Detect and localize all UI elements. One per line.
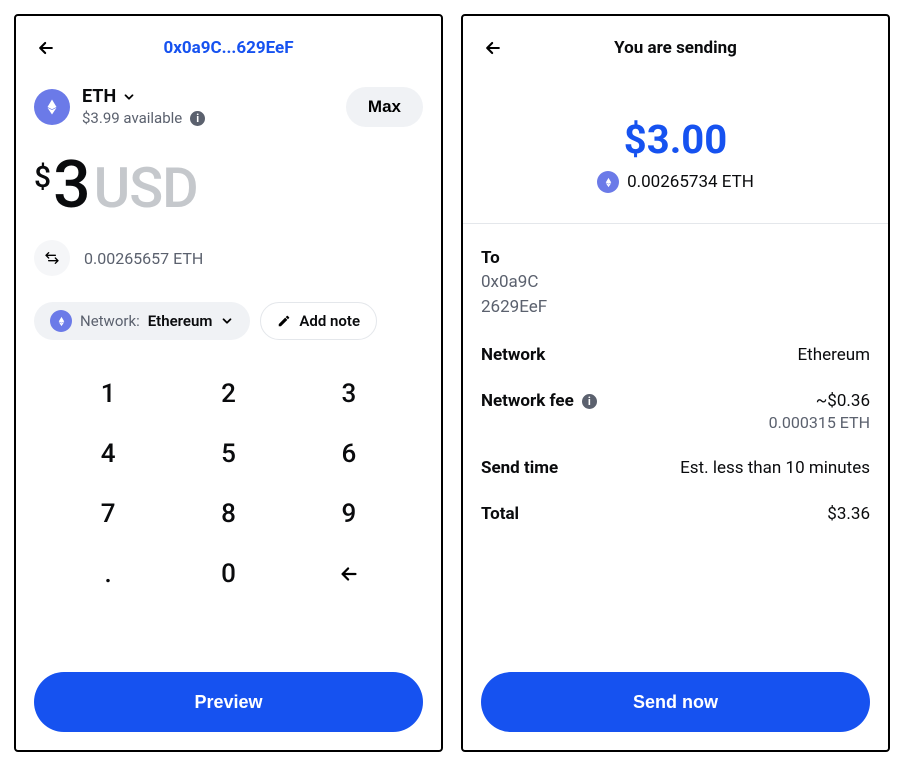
asset-selector[interactable]: ETH $3.99 available i Max	[34, 86, 423, 127]
key-1[interactable]: 1	[48, 364, 168, 424]
eth-icon	[34, 89, 70, 125]
asset-symbol: ETH	[82, 86, 116, 107]
to-address-line1: 0x0a9C	[481, 270, 870, 295]
key-backspace[interactable]	[289, 544, 409, 604]
sendtime-row: Send time Est. less than 10 minutes	[481, 458, 870, 478]
back-icon[interactable]	[34, 36, 58, 60]
to-label: To	[481, 248, 870, 268]
info-icon[interactable]: i	[190, 111, 205, 126]
header: You are sending	[481, 28, 870, 68]
back-icon[interactable]	[481, 36, 505, 60]
add-note-button[interactable]: Add note	[260, 302, 377, 340]
available-balance: $3.99 available	[82, 109, 182, 127]
swap-icon	[44, 250, 60, 266]
add-note-label: Add note	[299, 312, 360, 330]
amount-display: $ 3 USD	[34, 147, 423, 224]
sendtime-value: Est. less than 10 minutes	[680, 458, 870, 478]
key-6[interactable]: 6	[289, 424, 409, 484]
fee-usd: ~$0.36	[769, 391, 870, 411]
confirm-amount: $3.00 0.00265734 ETH	[481, 116, 870, 193]
backspace-arrow-icon	[338, 563, 360, 585]
send-entry-screen: 0x0a9C...629EeF ETH $3.99 available i Ma…	[14, 14, 443, 752]
network-label: Network	[481, 345, 545, 365]
fee-eth: 0.000315 ETH	[769, 413, 870, 432]
fee-label: Network fee	[481, 391, 574, 411]
key-9[interactable]: 9	[289, 484, 409, 544]
key-3[interactable]: 3	[289, 364, 409, 424]
max-button[interactable]: Max	[346, 87, 423, 127]
page-title: You are sending	[481, 38, 870, 58]
info-icon[interactable]: i	[582, 394, 597, 409]
network-label: Network:	[80, 312, 140, 330]
divider	[463, 223, 888, 224]
network-value: Ethereum	[798, 345, 871, 365]
to-address-line2: 2629EeF	[481, 295, 870, 320]
chevron-down-icon	[220, 314, 234, 328]
network-row: Network Ethereum	[481, 345, 870, 365]
header: 0x0a9C...629EeF	[34, 28, 423, 68]
key-8[interactable]: 8	[168, 484, 288, 544]
currency-prefix: $	[34, 160, 51, 195]
network-selector[interactable]: Network: Ethereum	[34, 302, 250, 340]
numeric-keypad: 1 2 3 4 5 6 7 8 9 . 0	[34, 364, 423, 604]
fee-row: Network fee i ~$0.36 0.000315 ETH	[481, 391, 870, 432]
eth-amount: 0.00265734 ETH	[627, 172, 754, 192]
amount-currency: USD	[94, 155, 198, 221]
pencil-icon	[277, 314, 291, 328]
swap-currency-button[interactable]	[34, 240, 70, 276]
preview-button[interactable]: Preview	[34, 672, 423, 732]
total-value: $3.36	[827, 504, 870, 524]
eth-icon	[597, 171, 619, 193]
recipient-address[interactable]: 0x0a9C...629EeF	[34, 38, 423, 58]
send-confirm-screen: You are sending $3.00 0.00265734 ETH To …	[461, 14, 890, 752]
converted-amount: 0.00265657 ETH	[84, 249, 203, 268]
key-7[interactable]: 7	[48, 484, 168, 544]
key-4[interactable]: 4	[48, 424, 168, 484]
send-now-button[interactable]: Send now	[481, 672, 870, 732]
key-5[interactable]: 5	[168, 424, 288, 484]
chevron-down-icon	[122, 90, 136, 104]
network-value: Ethereum	[148, 312, 213, 330]
key-2[interactable]: 2	[168, 364, 288, 424]
key-dot[interactable]: .	[48, 544, 168, 604]
eth-icon	[50, 310, 72, 332]
usd-amount: $3.00	[481, 116, 870, 163]
to-section: To 0x0a9C 2629EeF	[481, 248, 870, 319]
total-row: Total $3.36	[481, 504, 870, 524]
sendtime-label: Send time	[481, 458, 558, 478]
total-label: Total	[481, 504, 519, 524]
key-0[interactable]: 0	[168, 544, 288, 604]
amount-value: 3	[53, 147, 90, 224]
